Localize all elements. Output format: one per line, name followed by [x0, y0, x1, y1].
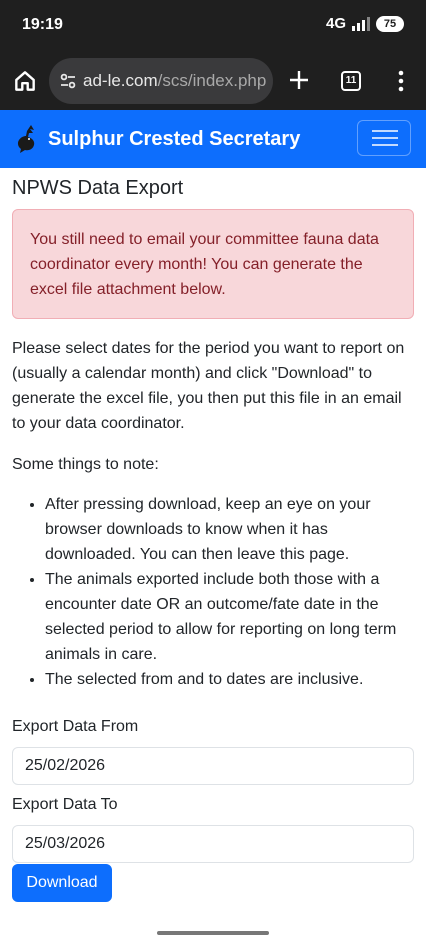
notes-heading: Some things to note: [12, 456, 159, 473]
status-indicators: 4G 75 [326, 15, 404, 32]
more-options-icon[interactable] [395, 69, 407, 93]
gesture-navigation-bar[interactable] [157, 931, 269, 935]
status-time: 19:19 [22, 16, 63, 33]
export-from-date-input[interactable] [12, 747, 414, 785]
url-domain: ad-le.com [83, 71, 158, 90]
site-settings-icon[interactable] [59, 72, 77, 90]
url-text: ad-le.com/scs/index.php [83, 71, 266, 91]
status-bar: 19:19 4G 75 [0, 0, 426, 52]
list-item: The selected from and to dates are inclu… [45, 667, 412, 692]
battery-icon: 75 [376, 15, 404, 32]
signal-icon [352, 16, 370, 31]
home-icon[interactable] [12, 68, 38, 94]
notes-list: After pressing download, keep an eye on … [12, 492, 412, 692]
cockatoo-logo-icon[interactable] [14, 123, 42, 155]
new-tab-icon[interactable] [288, 69, 310, 91]
url-path: /scs/index.php [157, 71, 267, 90]
page-title: NPWS Data Export [12, 177, 184, 199]
network-type: 4G [325, 15, 346, 32]
export-to-date-input[interactable] [12, 825, 414, 863]
download-button[interactable]: Download [12, 864, 112, 902]
app-navbar: Sulphur Crested Secretary [0, 110, 426, 168]
brand-name[interactable]: Sulphur Crested Secretary [48, 128, 300, 151]
navbar-toggle-button[interactable] [357, 120, 411, 156]
list-item: The animals exported include both those … [45, 567, 412, 667]
browser-toolbar: ad-le.com/scs/index.php 11 [0, 52, 426, 110]
reminder-alert: You still need to email your committee f… [12, 209, 414, 319]
export-to-label: Export Data To [12, 796, 118, 813]
intro-text: Please select dates for the period you w… [12, 340, 405, 432]
address-bar[interactable]: ad-le.com/scs/index.php [49, 58, 273, 104]
list-item: After pressing download, keep an eye on … [45, 492, 412, 567]
tab-switcher-button[interactable]: 11 [341, 71, 361, 91]
export-from-label: Export Data From [12, 718, 139, 735]
